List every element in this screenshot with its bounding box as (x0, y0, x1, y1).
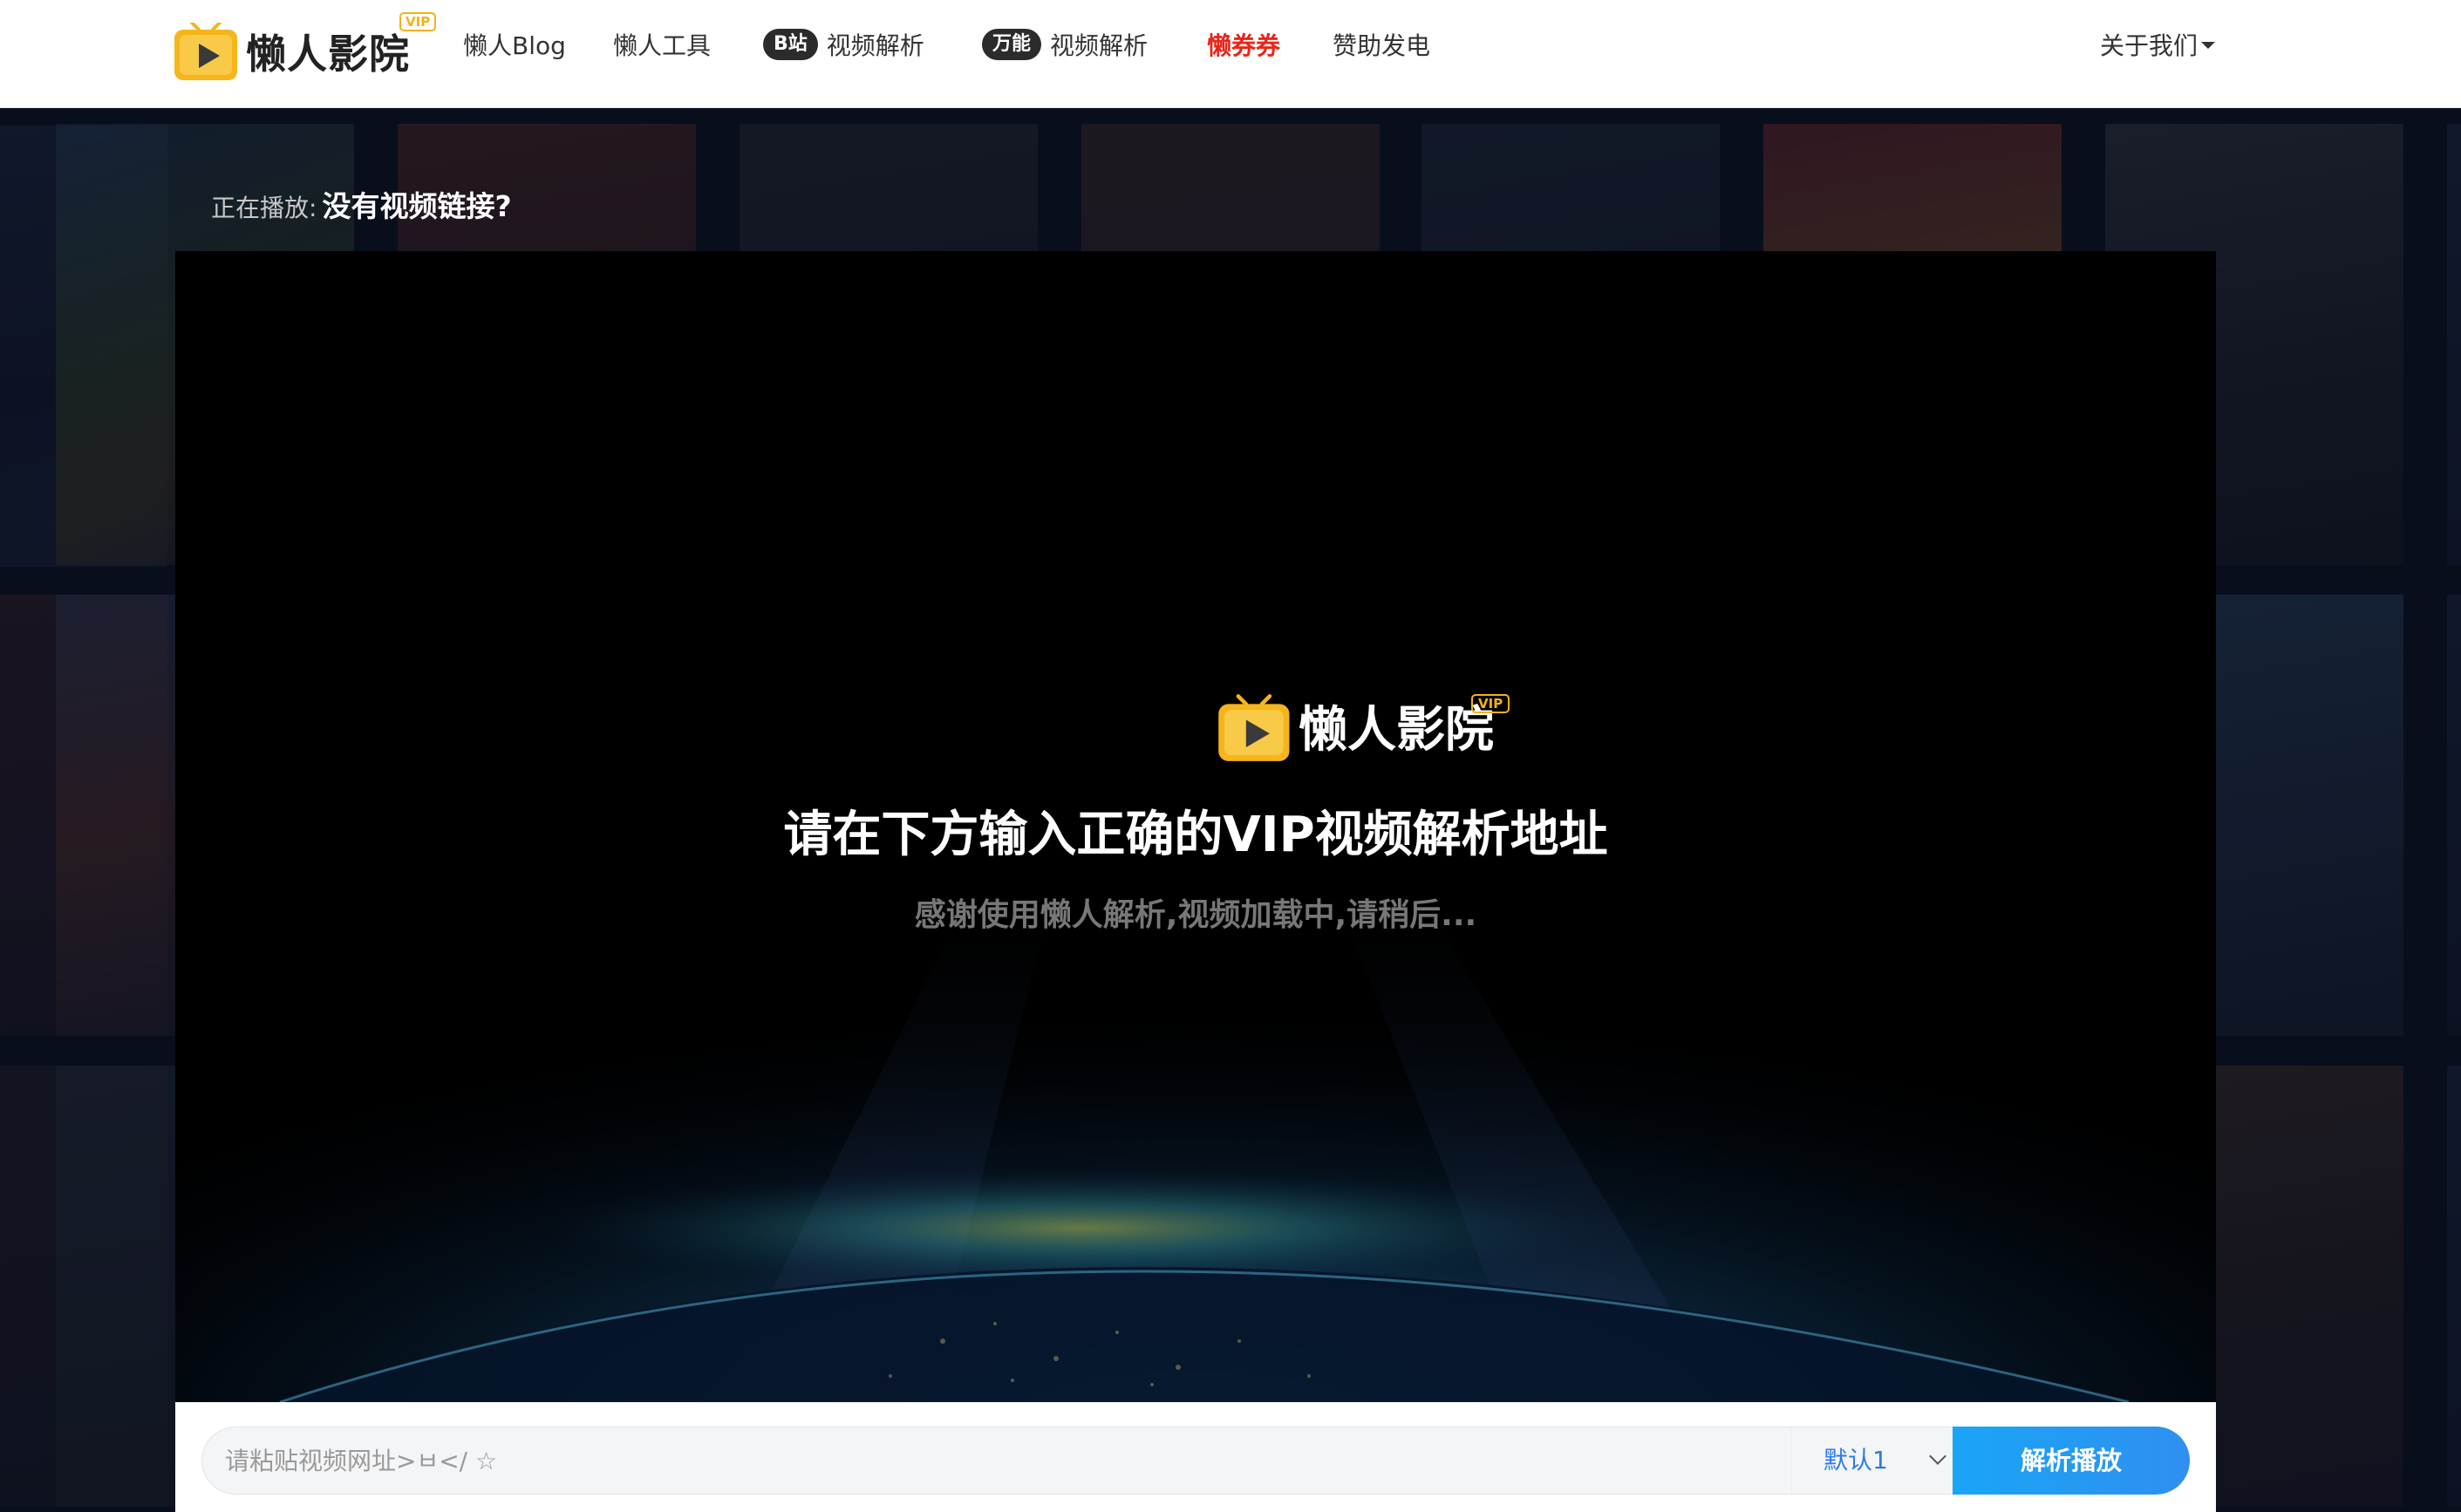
vip-badge: VIP (1471, 694, 1510, 713)
player-logo: 懒人影院 VIP (1217, 694, 1522, 774)
top-navbar: 懒人影院 VIP 懒人Blog 懒人工具 B站 视频解析 万能 视频解析 懒券券 赞… (0, 0, 2461, 108)
page: 懒人影院 VIP 懒人Blog 懒人工具 B站 视频解析 万能 视频解析 懒券券 赞… (0, 0, 2461, 1512)
bilibili-badge: B站 (763, 29, 818, 60)
nav-item-label: 懒人Blog (463, 31, 566, 60)
nav-item-bilibili-parse[interactable]: B站 视频解析 (763, 0, 924, 108)
nav-item-label: 视频解析 (826, 31, 924, 60)
nav-item-blog[interactable]: 懒人Blog (463, 0, 566, 108)
nav-item-universal-parse[interactable]: 万能 视频解析 (982, 0, 1148, 108)
nav-item-sponsor[interactable]: 赞助发电 (1333, 0, 1430, 108)
parse-line-select[interactable]: 默认1 (1791, 1427, 1959, 1495)
tv-play-icon (1218, 694, 1290, 761)
nav-item-label: 懒券券 (1207, 31, 1281, 60)
url-parse-bar: 默认1 解析播放 (175, 1402, 2216, 1512)
vip-badge: VIP (399, 12, 437, 31)
about-us-label: 关于我们 (2100, 31, 2199, 60)
parse-play-button[interactable]: 解析播放 (1953, 1427, 2190, 1495)
player-logo-text: 懒人影院 (1299, 702, 1494, 759)
now-playing-prefix: 正在播放: (211, 194, 317, 222)
now-playing-title[interactable]: 没有视频链接? (322, 189, 511, 223)
nav-item-label: 懒人工具 (613, 31, 712, 60)
player-loading-text: 感谢使用懒人解析,视频加载中,请稍后... (914, 897, 1477, 933)
nav-item-label: 赞助发电 (1333, 31, 1431, 60)
now-playing: 正在播放: 没有视频链接? (211, 183, 512, 225)
tv-play-icon (174, 23, 237, 80)
parse-line-value: 默认1 (1824, 1446, 1888, 1475)
site-logo[interactable]: 懒人影院 VIP (173, 10, 438, 98)
video-player[interactable]: 懒人影院 VIP 请在下方输入正确的VIP视频解析地址 感谢使用懒人解析,视频加… (175, 251, 2216, 1402)
caret-down-icon (2201, 42, 2216, 49)
about-us-dropdown[interactable]: 关于我们 (2100, 0, 2216, 108)
nav-item-label: 视频解析 (1050, 31, 1149, 60)
video-url-input[interactable] (201, 1427, 1796, 1495)
nav-item-tools[interactable]: 懒人工具 (613, 0, 711, 108)
chevron-down-icon (1929, 1447, 1946, 1465)
logo-text: 懒人影院 (246, 31, 410, 78)
universal-badge: 万能 (982, 29, 1042, 60)
nav-item-coupons[interactable]: 懒券券 (1207, 0, 1280, 108)
player-heading: 请在下方输入正确的VIP视频解析地址 (783, 807, 1608, 863)
